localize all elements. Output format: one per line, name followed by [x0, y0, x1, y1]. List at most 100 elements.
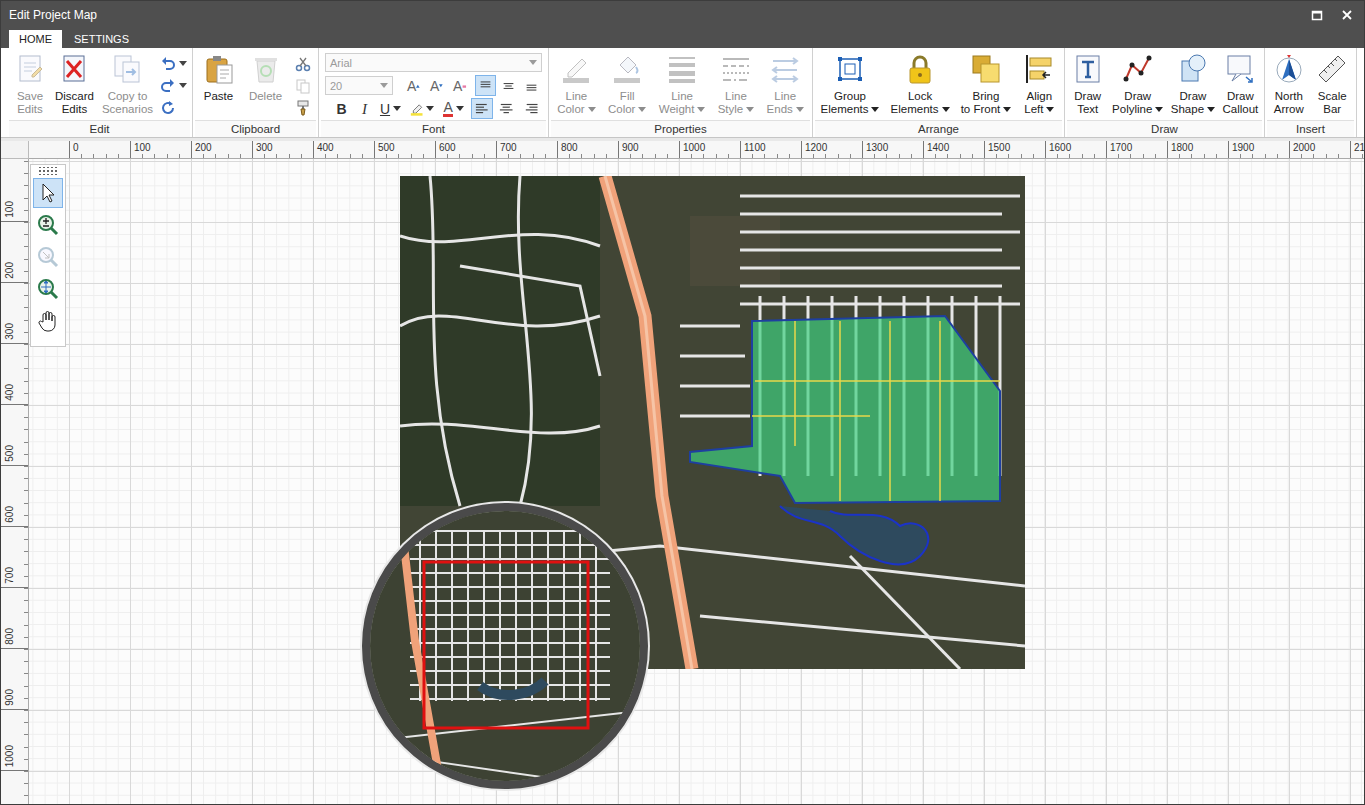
ribbon-tab[interactable]: SETTINGS	[64, 30, 139, 48]
horizontal-align-button[interactable]	[495, 98, 517, 119]
line-style-icon	[720, 53, 752, 85]
refresh-icon	[160, 100, 176, 116]
ruler-label: 400	[313, 141, 374, 158]
ruler-label: 1600	[1045, 141, 1106, 158]
fill-color-button[interactable]: FillColor	[605, 51, 649, 119]
horizontal-align-icon	[524, 101, 538, 117]
copy-to-icon	[111, 53, 143, 85]
vertical-align-button[interactable]	[475, 75, 496, 96]
copy-button[interactable]	[293, 75, 313, 96]
shrink-font-button[interactable]: A	[426, 75, 447, 96]
ribbon-group: Arial20AAABIUAFont	[319, 48, 549, 137]
redo-button[interactable]	[158, 75, 189, 96]
font-family-select[interactable]: Arial	[325, 53, 542, 72]
align-icon	[1023, 53, 1055, 85]
edit-project-map-window: Edit Project Map HOMESETTINGS SaveEditsDis…	[0, 0, 1365, 805]
ruler-label: 0	[69, 141, 130, 158]
palette-grip[interactable]	[38, 167, 58, 175]
horizontal-align-button[interactable]	[520, 98, 542, 119]
horizontal-align-button[interactable]	[471, 98, 493, 119]
tab-strip: HOMESETTINGS	[1, 28, 1364, 48]
copy-to-button[interactable]: Copy toScenarios	[99, 51, 156, 119]
line-ends-button[interactable]: LineEnds	[764, 51, 807, 119]
paste-button[interactable]: Paste	[199, 51, 239, 106]
inset-map	[370, 511, 640, 781]
refresh-button[interactable]	[158, 97, 189, 118]
ruler-mark: 700	[1, 527, 28, 588]
ruler-label: 500	[374, 141, 435, 158]
pointer-tool[interactable]	[33, 178, 63, 208]
horizontal-align-icon	[499, 101, 513, 117]
small-buttons	[293, 51, 313, 118]
copy-icon	[295, 78, 311, 94]
map-canvas[interactable]	[29, 159, 1364, 804]
highlight-button[interactable]	[406, 98, 438, 119]
ruler-label: 1700	[1106, 141, 1167, 158]
discard-button[interactable]: DiscardEdits	[52, 51, 97, 119]
vertical-align-button[interactable]	[498, 75, 519, 96]
polyline-button[interactable]: DrawPolyline	[1109, 51, 1166, 119]
brush-button[interactable]	[293, 97, 313, 118]
save-button[interactable]: SaveEdits	[10, 51, 50, 119]
ruler-label: 600	[435, 141, 496, 158]
dropdown-caret	[638, 107, 646, 112]
color-button[interactable]: A	[440, 98, 466, 119]
cut-icon	[295, 56, 311, 72]
shape-button[interactable]: DrawShape	[1168, 51, 1218, 119]
zoom-to-icon	[36, 245, 60, 269]
italic-button[interactable]: I	[354, 98, 375, 119]
ruler-label: 900	[618, 141, 679, 158]
close-button[interactable]	[1340, 8, 1354, 22]
scale-button[interactable]: ScaleBar	[1312, 51, 1352, 119]
zoom-extent-icon	[36, 277, 60, 301]
grow-font-button[interactable]: A	[403, 75, 424, 96]
group-icon	[834, 53, 866, 85]
maximize-button[interactable]	[1310, 8, 1324, 22]
front-icon	[970, 53, 1002, 85]
dropdown-caret	[393, 106, 401, 111]
group-label: Font	[321, 120, 546, 137]
ruler-mark: 100	[1, 161, 28, 222]
line-weight-button[interactable]: LineWeight	[656, 51, 709, 119]
pan-tool[interactable]	[33, 306, 63, 336]
vertical-ruler: 1002003004005006007008009001000	[1, 159, 29, 804]
undo-button[interactable]	[158, 53, 189, 74]
ribbon-group: GroupElementsLockElementsBringto FrontAl…	[813, 48, 1065, 137]
underline-button[interactable]: U	[377, 98, 404, 119]
zoom-icon	[36, 213, 60, 237]
lock-button[interactable]: LockElements	[888, 51, 953, 119]
front-button[interactable]: Bringto Front	[958, 51, 1015, 119]
line-color-icon	[560, 53, 592, 85]
window-title: Edit Project Map	[9, 8, 97, 22]
ruler-label: 1100	[740, 141, 801, 158]
zoom-to-tool[interactable]	[33, 242, 63, 272]
clear-font-button[interactable]: A	[449, 75, 471, 96]
callout-icon	[1224, 53, 1256, 85]
save-icon	[14, 53, 46, 85]
inset-map-element[interactable]	[362, 503, 648, 789]
text-icon	[1072, 53, 1104, 85]
text-button[interactable]: DrawText	[1068, 51, 1108, 119]
scale-icon	[1316, 53, 1348, 85]
bold-button[interactable]: B	[331, 98, 352, 119]
font-size-select[interactable]: 20	[325, 76, 393, 95]
ruler-mark: 300	[1, 283, 28, 344]
ruler-label: 1800	[1167, 141, 1228, 158]
ribbon-tab[interactable]: HOME	[9, 30, 62, 48]
vertical-align-icon	[502, 78, 515, 94]
zoom-extent-tool[interactable]	[33, 274, 63, 304]
callout-button[interactable]: DrawCallout	[1219, 51, 1261, 119]
north-button[interactable]: NorthArrow	[1269, 51, 1309, 119]
zoom-tool[interactable]	[33, 210, 63, 240]
group-label: Arrange	[815, 120, 1062, 137]
horizontal-ruler: 0100200300400500600700800900100011001200…	[29, 141, 1364, 159]
ruler-label: 800	[4, 628, 15, 645]
align-button[interactable]: AlignLeft	[1019, 51, 1059, 119]
group-button[interactable]: GroupElements	[818, 51, 883, 119]
line-style-button[interactable]: LineStyle	[715, 51, 758, 119]
cut-button[interactable]	[293, 53, 313, 74]
ruler-label: 700	[496, 141, 557, 158]
delete-button[interactable]: Delete	[246, 51, 286, 106]
vertical-align-button[interactable]	[521, 75, 542, 96]
line-color-button[interactable]: LineColor	[554, 51, 598, 119]
